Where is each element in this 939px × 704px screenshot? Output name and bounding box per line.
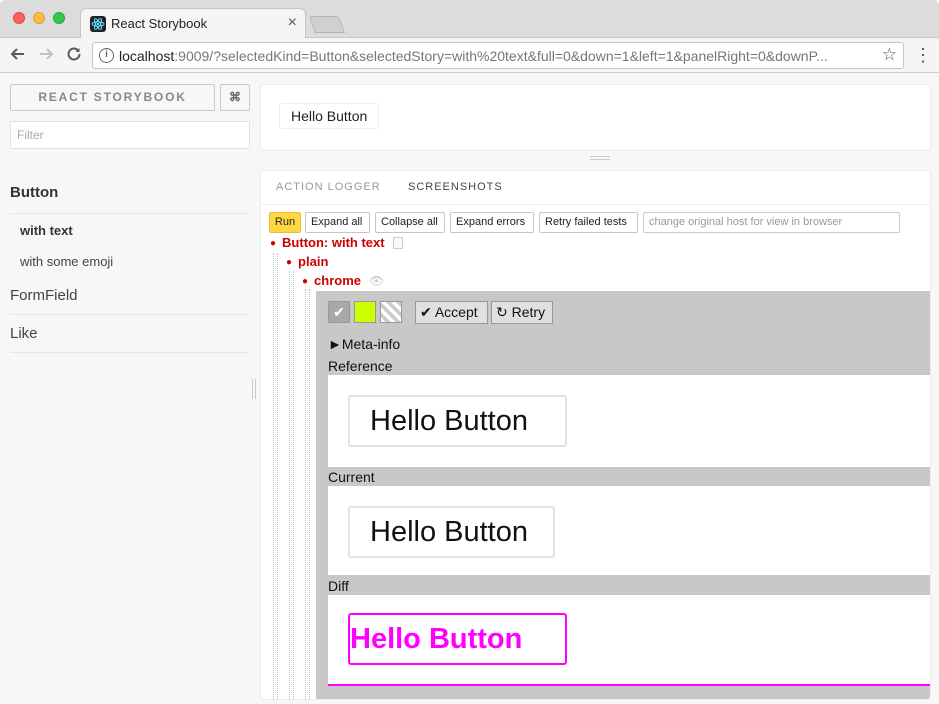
info-icon[interactable]: i (99, 48, 114, 63)
tree-guide-line (309, 289, 310, 699)
diff-bottom-line (328, 684, 930, 686)
view-mode-diff-color-icon[interactable] (354, 301, 376, 323)
browser-window: React Storybook × i localhost:9009/?sele… (0, 0, 939, 704)
document-icon[interactable] (392, 237, 403, 249)
storybook-brand-button[interactable]: REACT STORYBOOK (10, 84, 215, 111)
back-arrow-icon[interactable] (8, 45, 28, 65)
tab-screenshots[interactable]: SCREENSHOTS (408, 181, 503, 193)
panel-resize-handle[interactable] (590, 156, 610, 160)
expand-all-button[interactable]: Expand all (305, 212, 370, 233)
react-favicon-icon (90, 16, 106, 32)
minimize-window-button[interactable] (33, 12, 45, 24)
tree-guide-line (273, 253, 274, 699)
meta-info-toggle[interactable]: ►Meta-info (328, 336, 400, 352)
accept-button[interactable]: ✔ Accept (415, 301, 488, 324)
tree-node-browser[interactable]: ● chrome 👁 (302, 273, 384, 288)
kind-like[interactable]: Like (10, 325, 249, 353)
browser-tab[interactable]: React Storybook × (80, 8, 306, 39)
new-tab-button[interactable] (308, 16, 346, 33)
view-mode-checkmark-icon[interactable]: ✔ (328, 301, 350, 323)
tab-title: React Storybook (111, 16, 208, 31)
retry-button[interactable]: ↻ Retry (491, 301, 553, 324)
current-image: Hello Button (328, 486, 930, 575)
preview-hello-button[interactable]: Hello Button (279, 103, 380, 129)
story-with-text[interactable]: with text (20, 223, 73, 238)
story-with-some-emoji[interactable]: with some emoji (20, 254, 113, 269)
url-text: localhost:9009/?selectedKind=Button&sele… (119, 48, 828, 64)
tree-guide-line (277, 253, 278, 699)
expand-errors-button[interactable]: Expand errors (450, 212, 534, 233)
eye-icon[interactable]: 👁 (369, 274, 384, 288)
screenshot-result: ✔ ✔ Accept ↻ Retry ►Meta-info Reference … (316, 291, 930, 699)
diff-label: Diff (328, 578, 349, 594)
original-host-input[interactable]: change original host for view in browser (643, 212, 900, 233)
sidebar-resize-handle[interactable] (252, 379, 256, 399)
collapse-all-button[interactable]: Collapse all (375, 212, 445, 233)
addon-tabs: ACTION LOGGER SCREENSHOTS (261, 171, 930, 205)
address-bar[interactable]: i localhost:9009/?selectedKind=Button&se… (92, 42, 904, 69)
close-window-button[interactable] (13, 12, 25, 24)
reference-button-image: Hello Button (348, 395, 567, 447)
reference-label: Reference (328, 358, 393, 374)
kind-formfield[interactable]: FormField (10, 287, 249, 315)
bookmark-star-icon[interactable]: ☆ (882, 45, 897, 65)
current-label: Current (328, 469, 375, 485)
addon-panel: ACTION LOGGER SCREENSHOTS Run Expand all… (260, 170, 931, 700)
reload-icon[interactable] (64, 45, 84, 65)
reference-image: Hello Button (328, 375, 930, 467)
current-button-image: Hello Button (348, 506, 555, 558)
tree-guide-line (293, 271, 294, 699)
tree-guide-line (305, 289, 306, 699)
retry-failed-button[interactable]: Retry failed tests (539, 212, 638, 233)
filter-input[interactable]: Filter (10, 121, 250, 149)
view-mode-checker-icon[interactable] (380, 301, 402, 323)
tree-node-state[interactable]: ● plain (286, 254, 328, 269)
browser-toolbar: i localhost:9009/?selectedKind=Button&se… (0, 38, 939, 73)
diff-image: Hello Button (328, 595, 930, 684)
kebab-menu-icon[interactable]: ⋮ (914, 46, 932, 64)
maximize-window-button[interactable] (53, 12, 65, 24)
tree-guide-line (289, 271, 290, 699)
story-preview: Hello Button (260, 84, 931, 151)
forward-arrow-icon[interactable] (36, 45, 56, 65)
storybook-sidebar: REACT STORYBOOK ⌘ Filter Button with tex… (0, 74, 260, 704)
run-button[interactable]: Run (269, 212, 301, 233)
tree-node-suite[interactable]: ● Button: with text (270, 235, 403, 250)
diff-button-text: Hello Button (350, 623, 523, 655)
kind-button[interactable]: Button (10, 184, 249, 214)
close-tab-icon[interactable]: × (288, 14, 297, 32)
tab-action-logger[interactable]: ACTION LOGGER (276, 181, 381, 193)
tab-strip: React Storybook × (0, 0, 939, 39)
shortcuts-button[interactable]: ⌘ (220, 84, 250, 111)
